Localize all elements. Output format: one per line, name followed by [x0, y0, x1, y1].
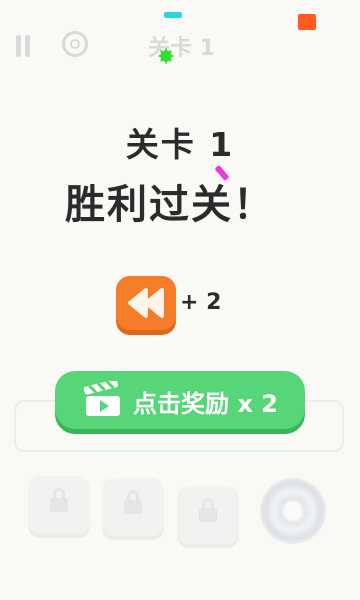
reward-count: + 2 — [180, 290, 222, 315]
lock-icon — [50, 488, 68, 512]
locked-slot — [28, 476, 90, 534]
vortex-icon — [260, 478, 326, 544]
claim-reward-label: 点击奖励 x 2 — [133, 390, 278, 418]
rewind-icon — [116, 276, 176, 330]
hud-level-label: 关卡 1 — [148, 36, 215, 61]
pause-icon — [16, 35, 42, 57]
locked-slot — [102, 478, 164, 536]
victory-title: 胜利过关！ — [65, 182, 275, 228]
lock-icon — [199, 498, 217, 522]
restart-icon — [62, 31, 88, 57]
confetti-piece — [164, 12, 182, 18]
claim-reward-button[interactable]: 点击奖励 x 2 — [55, 371, 305, 429]
level-title: 关卡 1 — [125, 125, 235, 164]
lock-icon — [124, 490, 142, 514]
locked-slot — [177, 486, 239, 544]
confetti-piece — [298, 14, 316, 30]
video-clapper-icon — [83, 381, 120, 416]
